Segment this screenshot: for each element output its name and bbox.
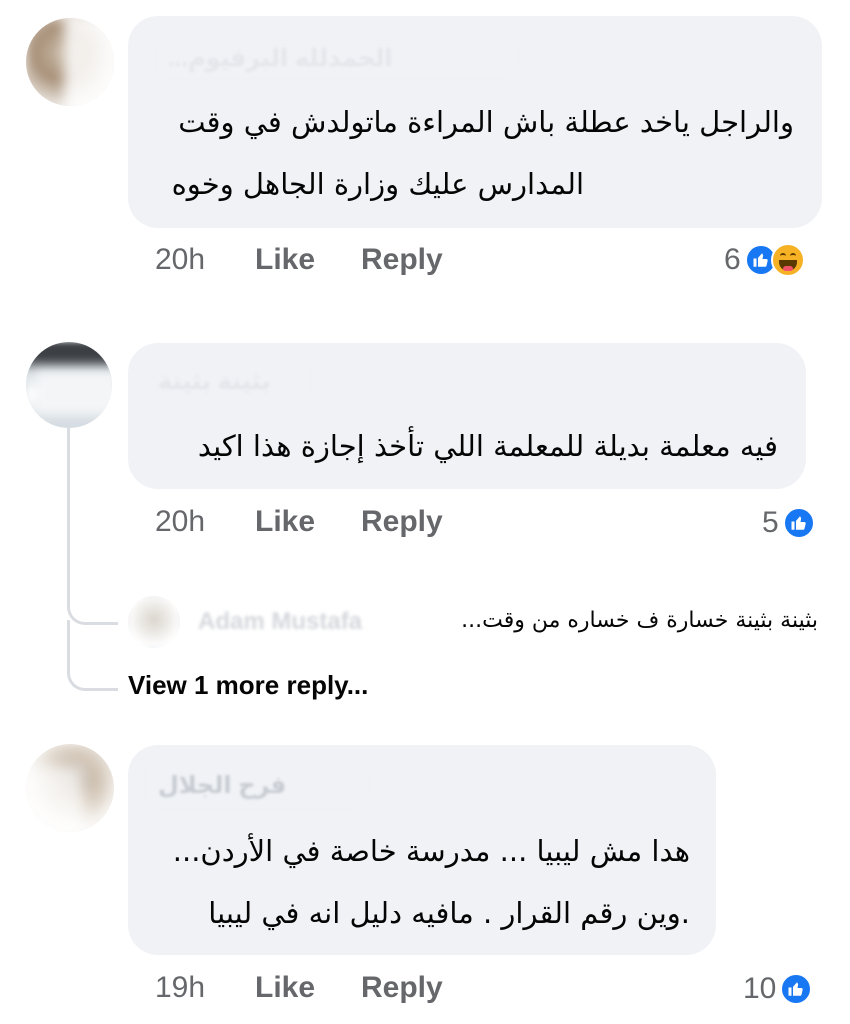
comment-bubble: ...الحمدلله البرفيوم والراجل ياخد عطلة ب… [128,16,822,228]
like-icon [782,507,815,539]
thread-connector [67,620,118,691]
comment-author[interactable]: بثينة بثينة [158,367,271,396]
reply-button[interactable]: Reply [361,971,443,1005]
reply-button[interactable]: Reply [361,505,443,539]
comment-bubble: فرح الجلال هدا مش ليبيا ... مدرسة خاصة ف… [128,745,716,955]
like-button[interactable]: Like [255,971,315,1005]
comment-author[interactable]: فرح الجلال [158,771,286,800]
comment-text-line: .وين رقم القرار . مافيه دليل انه في ليبي… [208,896,690,930]
comments-section: ...الحمدلله البرفيوم والراجل ياخد عطلة ب… [0,0,850,1024]
reply-preview-text[interactable]: بثينة بثينة خسارة ف خساره من وقت... [461,608,818,633]
avatar[interactable] [26,342,112,428]
comment-actions: 20h Like Reply [155,505,555,545]
like-button[interactable]: Like [255,243,315,277]
comment-time[interactable]: 20h [155,243,205,277]
comment-actions: 20h Like Reply [155,243,555,283]
comment-time[interactable]: 19h [155,971,205,1005]
comment-actions: 19h Like Reply [155,971,555,1011]
comment-text-line: هدا مش ليبيا ... مدرسة خاصة في الأردن... [172,834,690,868]
haha-icon [770,243,805,277]
reply-author[interactable]: Adam Mustafa [198,608,362,636]
reaction-count: 6 [724,243,741,276]
reply-button[interactable]: Reply [361,243,443,277]
reaction-count: 5 [762,506,779,539]
like-icon [780,973,813,1005]
like-button[interactable]: Like [255,505,315,539]
reaction-count: 10 [743,972,777,1005]
avatar[interactable] [26,744,114,832]
reaction-summary[interactable]: 5 [762,503,815,543]
avatar[interactable] [26,18,114,106]
reaction-summary[interactable]: 10 [743,969,813,1009]
thread-line [67,428,70,600]
comment-author[interactable]: ...الحمدلله البرفيوم [168,44,393,73]
comment-bubble: بثينة بثينة فيه معلمة بديلة للمعلمة اللي… [128,343,806,489]
comment-text-line: والراجل ياخد عطلة باش المراءة ماتولدش في… [178,105,794,139]
comment-text-line: فيه معلمة بديلة للمعلمة اللي تأخذ إجازة … [197,429,778,463]
reaction-summary[interactable]: 6 [724,240,805,280]
comment-text-line: المدارس عليك وزارة الجاهل وخوه [171,167,584,201]
reply-avatar[interactable] [128,596,180,648]
view-more-replies-link[interactable]: View 1 more reply... [128,670,368,701]
comment-time[interactable]: 20h [155,505,205,539]
